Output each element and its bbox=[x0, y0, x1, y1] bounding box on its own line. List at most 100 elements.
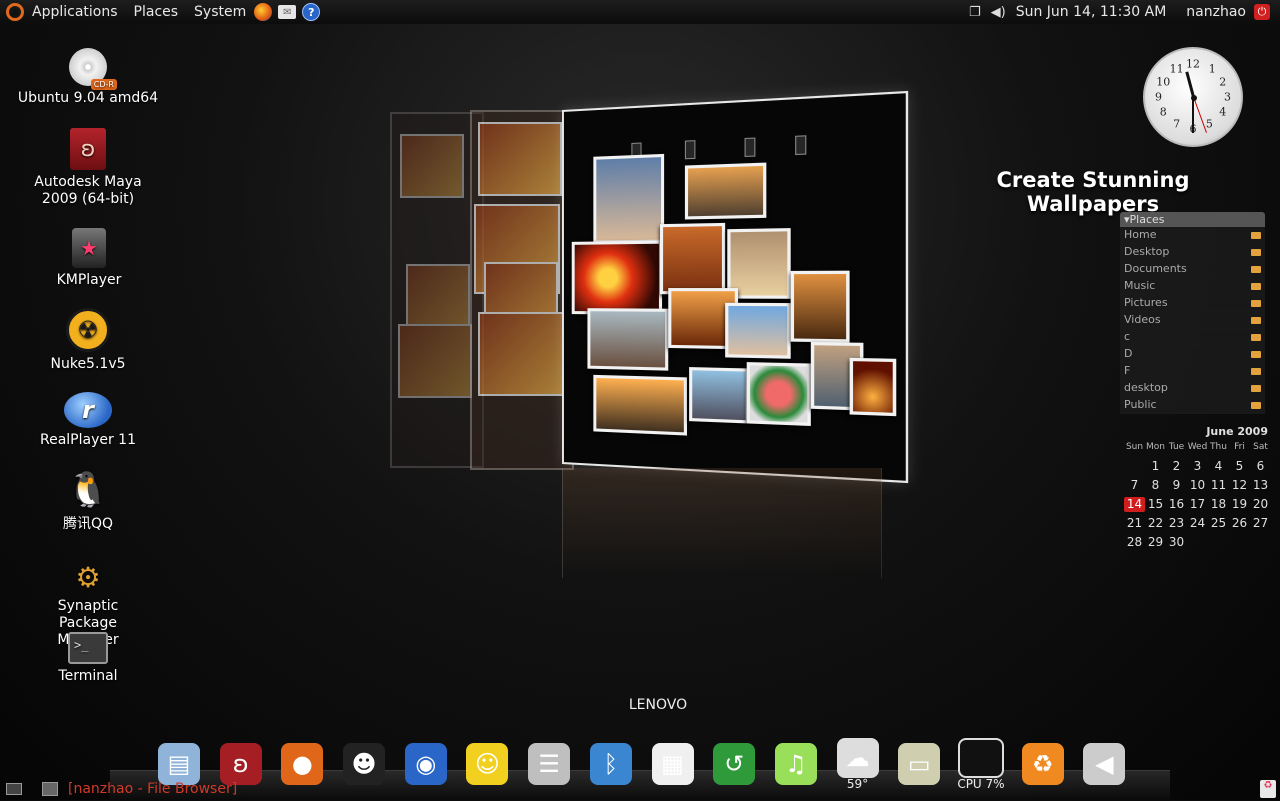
calendar-weekday-row: Sun Mon Tue Wed Thu Fri Sat bbox=[1124, 440, 1270, 455]
calendar-day[interactable]: 11 bbox=[1208, 478, 1229, 493]
calendar-day[interactable]: 4 bbox=[1208, 459, 1229, 474]
kmplayer-icon: ★ bbox=[72, 228, 106, 268]
desktop-icon-terminal[interactable]: >_ Terminal bbox=[8, 632, 168, 685]
places-item-home[interactable]: Home bbox=[1120, 227, 1265, 244]
calendar-day[interactable]: 23 bbox=[1166, 516, 1187, 531]
calendar-day[interactable]: 14 bbox=[1124, 497, 1145, 512]
active-window-preview[interactable] bbox=[562, 91, 908, 483]
calendar-day[interactable]: 30 bbox=[1166, 535, 1187, 550]
places-item-f[interactable]: F bbox=[1120, 363, 1265, 380]
calendar-day[interactable]: 25 bbox=[1208, 516, 1229, 531]
window-switcher[interactable] bbox=[390, 108, 890, 578]
clock-number: 8 bbox=[1160, 106, 1167, 119]
power-icon[interactable]: ⏻ bbox=[1254, 4, 1270, 20]
calendar-day[interactable]: 5 bbox=[1229, 459, 1250, 474]
calendar-day[interactable]: 17 bbox=[1187, 497, 1208, 512]
taskbar-window-button[interactable]: [nanzhao - File Browser] bbox=[42, 780, 237, 798]
calendar-day[interactable]: 28 bbox=[1124, 535, 1145, 550]
window-list-icon[interactable]: ❐ bbox=[969, 5, 981, 20]
calendar-day[interactable]: 21 bbox=[1124, 516, 1145, 531]
calendar-day[interactable]: 26 bbox=[1229, 516, 1250, 531]
calendar-day[interactable]: 10 bbox=[1187, 478, 1208, 493]
weather-icon: ☁ bbox=[837, 738, 879, 778]
desktop-icon-label: Autodesk Maya 2009 (64-bit) bbox=[8, 174, 168, 208]
nuke-icon: ☢ bbox=[66, 308, 110, 352]
folder-icon bbox=[1251, 283, 1261, 290]
calendar-day[interactable]: 19 bbox=[1229, 497, 1250, 512]
desktop-icon-nuke[interactable]: ☢ Nuke5.1v5 bbox=[8, 308, 168, 373]
desktop-icon-label: 腾讯QQ bbox=[8, 516, 168, 533]
clock-number: 10 bbox=[1156, 75, 1170, 88]
desktop-icon-realplayer[interactable]: r RealPlayer 11 bbox=[8, 392, 168, 449]
places-header[interactable]: ▾Places bbox=[1120, 212, 1265, 227]
places-item-public[interactable]: Public bbox=[1120, 397, 1265, 414]
background-window-preview[interactable] bbox=[470, 110, 574, 470]
menu-places[interactable]: Places bbox=[134, 4, 179, 20]
calendar-day[interactable]: 16 bbox=[1166, 497, 1187, 512]
calendar-empty-cell bbox=[1208, 535, 1229, 550]
clock-number: 11 bbox=[1170, 63, 1184, 76]
file-browser-icon bbox=[42, 782, 58, 796]
calendar-weekday: Fri bbox=[1229, 440, 1250, 455]
desktop-icon-label: KMPlayer bbox=[9, 272, 169, 289]
calendar-month-title[interactable]: June 2009 bbox=[1124, 425, 1268, 438]
places-item-d[interactable]: D bbox=[1120, 346, 1265, 363]
calendar-day[interactable]: 20 bbox=[1250, 497, 1271, 512]
photo-thumbnail bbox=[587, 308, 668, 371]
firefox-icon[interactable] bbox=[254, 3, 272, 21]
calendar-day[interactable]: 12 bbox=[1229, 478, 1250, 493]
calendar-day[interactable]: 13 bbox=[1250, 478, 1271, 493]
places-item-pictures[interactable]: Pictures bbox=[1120, 295, 1265, 312]
calendar-widget: June 2009 Sun Mon Tue Wed Thu Fri Sat 12345678… bbox=[1124, 425, 1270, 550]
places-item-videos[interactable]: Videos bbox=[1120, 312, 1265, 329]
desktop-icon-maya[interactable]: ʚ Autodesk Maya 2009 (64-bit) bbox=[8, 128, 168, 208]
menu-applications[interactable]: Applications bbox=[32, 4, 118, 20]
calendar-weekday: Wed bbox=[1187, 440, 1208, 455]
places-item-desktop-lower[interactable]: desktop bbox=[1120, 380, 1265, 397]
calendar-weekday: Mon bbox=[1145, 440, 1166, 455]
desktop-icon-qq[interactable]: 🐧 腾讯QQ bbox=[8, 468, 168, 533]
calendar-day[interactable]: 2 bbox=[1166, 459, 1187, 474]
qq-penguin-icon: 🐧 bbox=[66, 468, 110, 512]
places-item-desktop[interactable]: Desktop bbox=[1120, 244, 1265, 261]
calendar-day[interactable]: 24 bbox=[1187, 516, 1208, 531]
calendar-day[interactable]: 9 bbox=[1166, 478, 1187, 493]
desktop-icon-kmplayer[interactable]: ★ KMPlayer bbox=[9, 228, 169, 289]
preview-toolbar-button bbox=[795, 135, 806, 155]
folder-icon bbox=[1251, 317, 1261, 324]
photo-thumbnail bbox=[593, 154, 664, 244]
volume-tray-icon[interactable]: ◀) bbox=[991, 5, 1006, 20]
analog-clock-widget[interactable]: 12 1 2 3 4 5 6 7 8 9 10 11 bbox=[1143, 47, 1243, 147]
folder-icon bbox=[1251, 368, 1261, 375]
realplayer-icon: r bbox=[64, 392, 112, 428]
desktop-icon-label: Nuke5.1v5 bbox=[8, 356, 168, 373]
show-desktop-icon[interactable] bbox=[6, 783, 22, 795]
mail-icon[interactable]: ✉ bbox=[278, 5, 296, 19]
menu-system[interactable]: System bbox=[194, 4, 246, 20]
calendar-day[interactable]: 6 bbox=[1250, 459, 1271, 474]
calendar-day[interactable]: 29 bbox=[1145, 535, 1166, 550]
calendar-day[interactable]: 8 bbox=[1145, 478, 1166, 493]
trash-icon[interactable]: ♻ bbox=[1260, 780, 1276, 798]
ubuntu-logo-icon[interactable] bbox=[6, 3, 24, 21]
clock-number: 12 bbox=[1186, 58, 1200, 71]
help-icon[interactable]: ? bbox=[302, 3, 320, 21]
bottom-panel: [nanzhao - File Browser] ♻ bbox=[0, 778, 1280, 800]
calendar-day[interactable]: 18 bbox=[1208, 497, 1229, 512]
desktop-icon-ubuntu-cd[interactable]: CD-R Ubuntu 9.04 amd64 bbox=[8, 48, 168, 107]
calendar-day[interactable]: 15 bbox=[1145, 497, 1166, 512]
folder-icon bbox=[1251, 351, 1261, 358]
calendar-day[interactable]: 1 bbox=[1145, 459, 1166, 474]
photo-thumbnail bbox=[572, 241, 662, 315]
user-switcher[interactable]: nanzhao bbox=[1186, 4, 1246, 20]
calendar-day[interactable]: 22 bbox=[1145, 516, 1166, 531]
calendar-day[interactable]: 7 bbox=[1124, 478, 1145, 493]
calendar-weekday: Sat bbox=[1250, 440, 1271, 455]
places-item-documents[interactable]: Documents bbox=[1120, 261, 1265, 278]
calendar-empty-cell bbox=[1229, 535, 1250, 550]
panel-clock[interactable]: Sun Jun 14, 11:30 AM bbox=[1016, 4, 1167, 20]
places-item-music[interactable]: Music bbox=[1120, 278, 1265, 295]
places-item-c[interactable]: c bbox=[1120, 329, 1265, 346]
calendar-day[interactable]: 27 bbox=[1250, 516, 1271, 531]
calendar-day[interactable]: 3 bbox=[1187, 459, 1208, 474]
